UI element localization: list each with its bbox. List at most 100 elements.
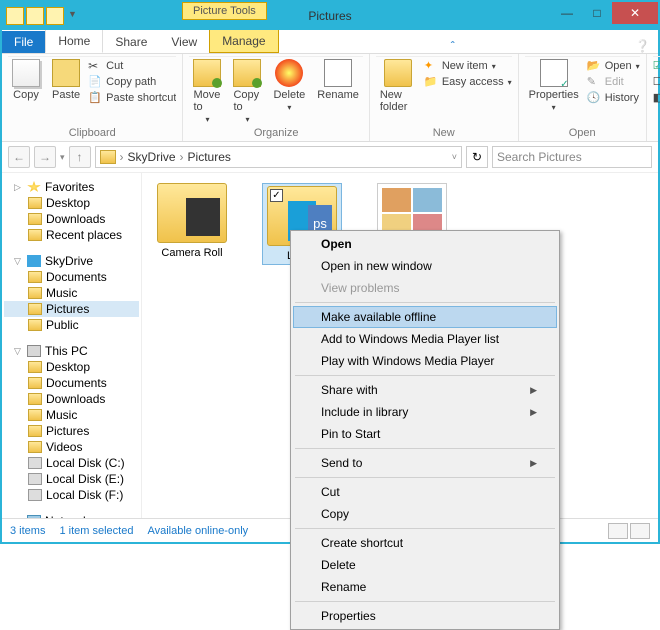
navigation-bar: ← → ▾ ↑ › SkyDrive › Pictures ˅ ↻ Search… [2, 142, 658, 172]
folder-icon [28, 425, 42, 437]
view-icons-button[interactable] [630, 523, 650, 539]
qat-icon[interactable] [46, 7, 64, 25]
tree-pictures[interactable]: Pictures [4, 423, 139, 439]
delete-button[interactable]: Delete▾ [269, 57, 309, 114]
open-button[interactable]: Open ▾ [587, 59, 640, 73]
item-label: Camera Roll [161, 247, 222, 259]
search-input[interactable]: Search Pictures [492, 146, 652, 168]
easy-access-button[interactable]: Easy access ▾ [424, 75, 512, 89]
up-button[interactable]: ↑ [69, 146, 91, 168]
history-icon [587, 91, 601, 105]
tab-file[interactable]: File [2, 31, 45, 53]
tree-recent[interactable]: Recent places [4, 227, 139, 243]
drive-icon [28, 489, 42, 501]
tab-home[interactable]: Home [45, 29, 103, 53]
menu-add-wmp-list[interactable]: Add to Windows Media Player list [293, 328, 557, 350]
tree-documents[interactable]: Documents [4, 269, 139, 285]
menu-delete[interactable]: Delete [293, 554, 557, 576]
paste-button[interactable]: Paste [48, 57, 84, 103]
tab-view[interactable]: View [159, 31, 209, 53]
menu-open[interactable]: Open [293, 233, 557, 255]
rename-button[interactable]: Rename [313, 57, 363, 103]
folder-icon [100, 150, 116, 164]
menu-view-problems: View problems [293, 277, 557, 299]
new-folder-button[interactable]: New folder [376, 57, 420, 115]
close-button[interactable]: ✕ [612, 2, 658, 24]
window-title: Pictures [308, 9, 351, 23]
folder-icon [28, 361, 42, 373]
skydrive-icon [27, 255, 41, 267]
chevron-right-icon: ▶ [530, 458, 537, 469]
qat-icon[interactable] [26, 7, 44, 25]
properties-button[interactable]: Properties▾ [525, 57, 583, 114]
copy-path-button[interactable]: Copy path [88, 75, 176, 89]
tree-disk-f[interactable]: Local Disk (F:) [4, 487, 139, 503]
menu-open-new-window[interactable]: Open in new window [293, 255, 557, 277]
refresh-button[interactable]: ↻ [466, 146, 488, 168]
ribbon-collapse-icon[interactable]: ˆ [451, 39, 463, 53]
tree-favorites[interactable]: ▷Favorites [4, 179, 139, 195]
forward-button[interactable]: → [34, 146, 56, 168]
folder-icon [28, 303, 42, 315]
select-none-icon [653, 75, 660, 89]
select-none-button[interactable]: Select none [653, 75, 660, 89]
minimize-button[interactable]: — [552, 2, 582, 24]
tree-documents[interactable]: Documents [4, 375, 139, 391]
invert-icon [653, 91, 660, 105]
copy-button[interactable]: Copy [8, 57, 44, 103]
tree-downloads[interactable]: Downloads [4, 211, 139, 227]
menu-separator [295, 528, 555, 529]
breadcrumb-skydrive[interactable]: SkyDrive [128, 150, 176, 164]
move-to-button[interactable]: Move to▾ [189, 57, 225, 126]
tree-disk-e[interactable]: Local Disk (E:) [4, 471, 139, 487]
recent-locations-icon[interactable]: ▾ [60, 152, 65, 163]
copy-to-button[interactable]: Copy to▾ [229, 57, 265, 126]
tree-music[interactable]: Music [4, 285, 139, 301]
qat-dropdown-icon[interactable]: ▼ [66, 7, 79, 25]
menu-include-library[interactable]: Include in library▶ [293, 401, 557, 423]
drive-icon [28, 457, 42, 469]
new-item-icon [424, 59, 438, 73]
menu-separator [295, 477, 555, 478]
menu-pin-to-start[interactable]: Pin to Start [293, 423, 557, 445]
qat-icon[interactable] [6, 7, 24, 25]
menu-make-available-offline[interactable]: Make available offline [293, 306, 557, 328]
view-details-button[interactable] [608, 523, 628, 539]
address-dropdown-icon[interactable]: ˅ [452, 152, 457, 162]
menu-cut[interactable]: Cut [293, 481, 557, 503]
menu-play-wmp[interactable]: Play with Windows Media Player [293, 350, 557, 372]
tree-music[interactable]: Music [4, 407, 139, 423]
folder-icon [28, 441, 42, 453]
address-bar[interactable]: › SkyDrive › Pictures ˅ [95, 146, 462, 168]
menu-share-with[interactable]: Share with▶ [293, 379, 557, 401]
tree-downloads[interactable]: Downloads [4, 391, 139, 407]
tab-manage[interactable]: Manage [209, 29, 278, 53]
menu-send-to[interactable]: Send to▶ [293, 452, 557, 474]
breadcrumb-pictures[interactable]: Pictures [188, 150, 231, 164]
tree-videos[interactable]: Videos [4, 439, 139, 455]
invert-selection-button[interactable]: Invert selection [653, 91, 660, 105]
help-icon[interactable]: ❔ [635, 39, 658, 53]
history-button[interactable]: History [587, 91, 640, 105]
tree-thispc[interactable]: ▽This PC [4, 343, 139, 359]
tree-pictures[interactable]: Pictures [4, 301, 139, 317]
select-all-button[interactable]: Select all [653, 59, 660, 73]
menu-copy[interactable]: Copy [293, 503, 557, 525]
menu-properties[interactable]: Properties [293, 605, 557, 627]
tab-share[interactable]: Share [103, 31, 159, 53]
tree-disk-c[interactable]: Local Disk (C:) [4, 455, 139, 471]
back-button[interactable]: ← [8, 146, 30, 168]
cut-button[interactable]: Cut [88, 59, 176, 73]
folder-item-camera-roll[interactable]: Camera Roll [152, 183, 232, 259]
menu-rename[interactable]: Rename [293, 576, 557, 598]
menu-create-shortcut[interactable]: Create shortcut [293, 532, 557, 554]
tree-desktop[interactable]: Desktop [4, 195, 139, 211]
paste-shortcut-button[interactable]: Paste shortcut [88, 91, 176, 105]
checkbox-icon[interactable]: ✓ [270, 189, 283, 202]
tree-skydrive[interactable]: ▽SkyDrive [4, 253, 139, 269]
tree-desktop[interactable]: Desktop [4, 359, 139, 375]
maximize-button[interactable]: □ [582, 2, 612, 24]
new-item-button[interactable]: New item ▾ [424, 59, 512, 73]
group-open: Properties▾ Open ▾ Edit History Open [519, 54, 647, 141]
tree-public[interactable]: Public [4, 317, 139, 333]
